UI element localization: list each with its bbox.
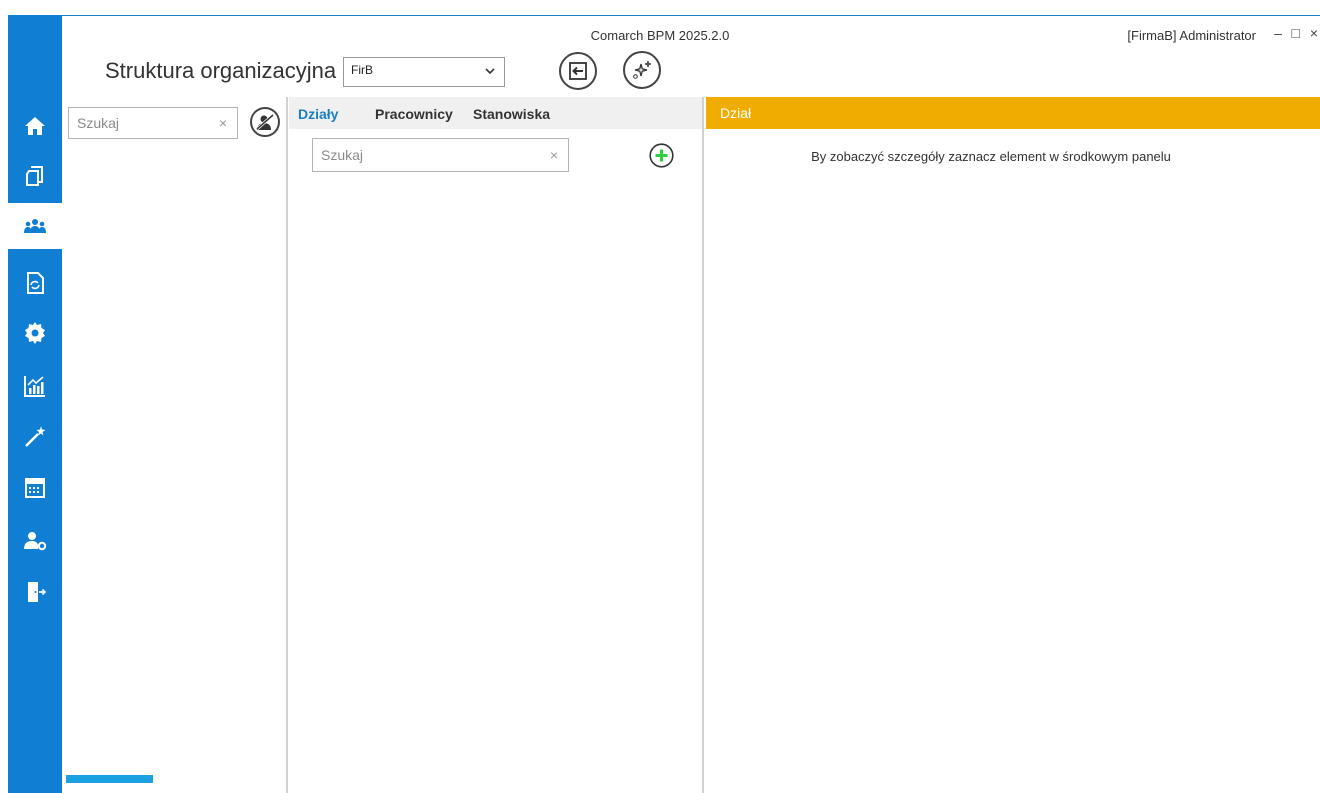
left-panel: Szukaj × [62,97,288,793]
ai-sparkles-button[interactable] [623,51,661,89]
clear-search-button[interactable]: × [219,115,227,131]
middle-panel: Działy Pracownicy Stanowiska Szukaj × [289,97,704,793]
sidebar-item-users[interactable] [8,203,62,249]
close-button[interactable]: × [1310,25,1318,41]
documents-icon [26,166,43,186]
sidebar-item-logout[interactable] [8,569,62,615]
left-search-input[interactable]: Szukaj × [68,107,238,139]
sidebar-item-home[interactable] [8,103,62,149]
users-icon [24,219,46,233]
tabs-bar: Działy Pracownicy Stanowiska [289,97,702,129]
chart-icon [24,376,45,397]
add-department-button[interactable] [649,143,674,168]
home-icon [25,117,45,135]
sidebar-item-settings[interactable] [8,310,62,356]
detail-header: Dział [706,97,1320,129]
detail-hint: By zobaczyć szczegóły zaznacz element w … [811,149,1171,164]
clear-search-button[interactable]: × [550,147,558,163]
scroll-indicator[interactable] [66,775,153,783]
sidebar-item-calendar[interactable] [8,465,62,511]
tab-departments[interactable]: Działy [298,106,338,122]
maximize-button[interactable]: □ [1292,25,1300,41]
sidebar-item-wizard[interactable] [8,413,62,459]
user-settings-icon [24,532,47,551]
import-button[interactable] [559,52,597,90]
departments-search-input[interactable]: Szukaj × [312,138,569,172]
company-select[interactable]: FirB [343,57,505,87]
tab-positions[interactable]: Stanowiska [473,106,550,122]
title-bar-line [62,15,1320,16]
calendar-icon [25,478,45,498]
gear-icon [25,322,45,344]
chevron-down-icon [485,68,495,75]
tab-employees[interactable]: Pracownicy [375,106,453,122]
exit-door-icon [28,582,47,602]
detail-header-title: Dział [720,105,752,121]
sidebar-item-user-settings[interactable] [8,517,62,563]
document-refresh-icon [27,272,44,294]
page-title: Struktura organizacyjna [105,58,337,83]
sidebar-item-reports[interactable] [8,363,62,409]
user-info: [FirmaB] Administrator [1127,28,1256,43]
magic-wand-icon [25,426,46,447]
sparkles-icon [633,60,652,79]
company-select-value: FirB [351,63,373,77]
minimize-button[interactable]: – [1274,25,1282,41]
right-panel: Dział By zobaczyć szczegóły zaznacz elem… [706,97,1320,793]
departments-search-placeholder: Szukaj [321,147,364,163]
sidebar-item-document-refresh[interactable] [8,260,62,306]
import-icon [569,62,587,80]
left-search-placeholder: Szukaj [77,115,120,131]
app-title: Comarch BPM 2025.2.0 [590,28,730,43]
hide-inactive-users-button[interactable] [250,107,280,137]
sidebar-item-documents[interactable] [8,153,62,199]
user-off-icon [256,113,274,131]
